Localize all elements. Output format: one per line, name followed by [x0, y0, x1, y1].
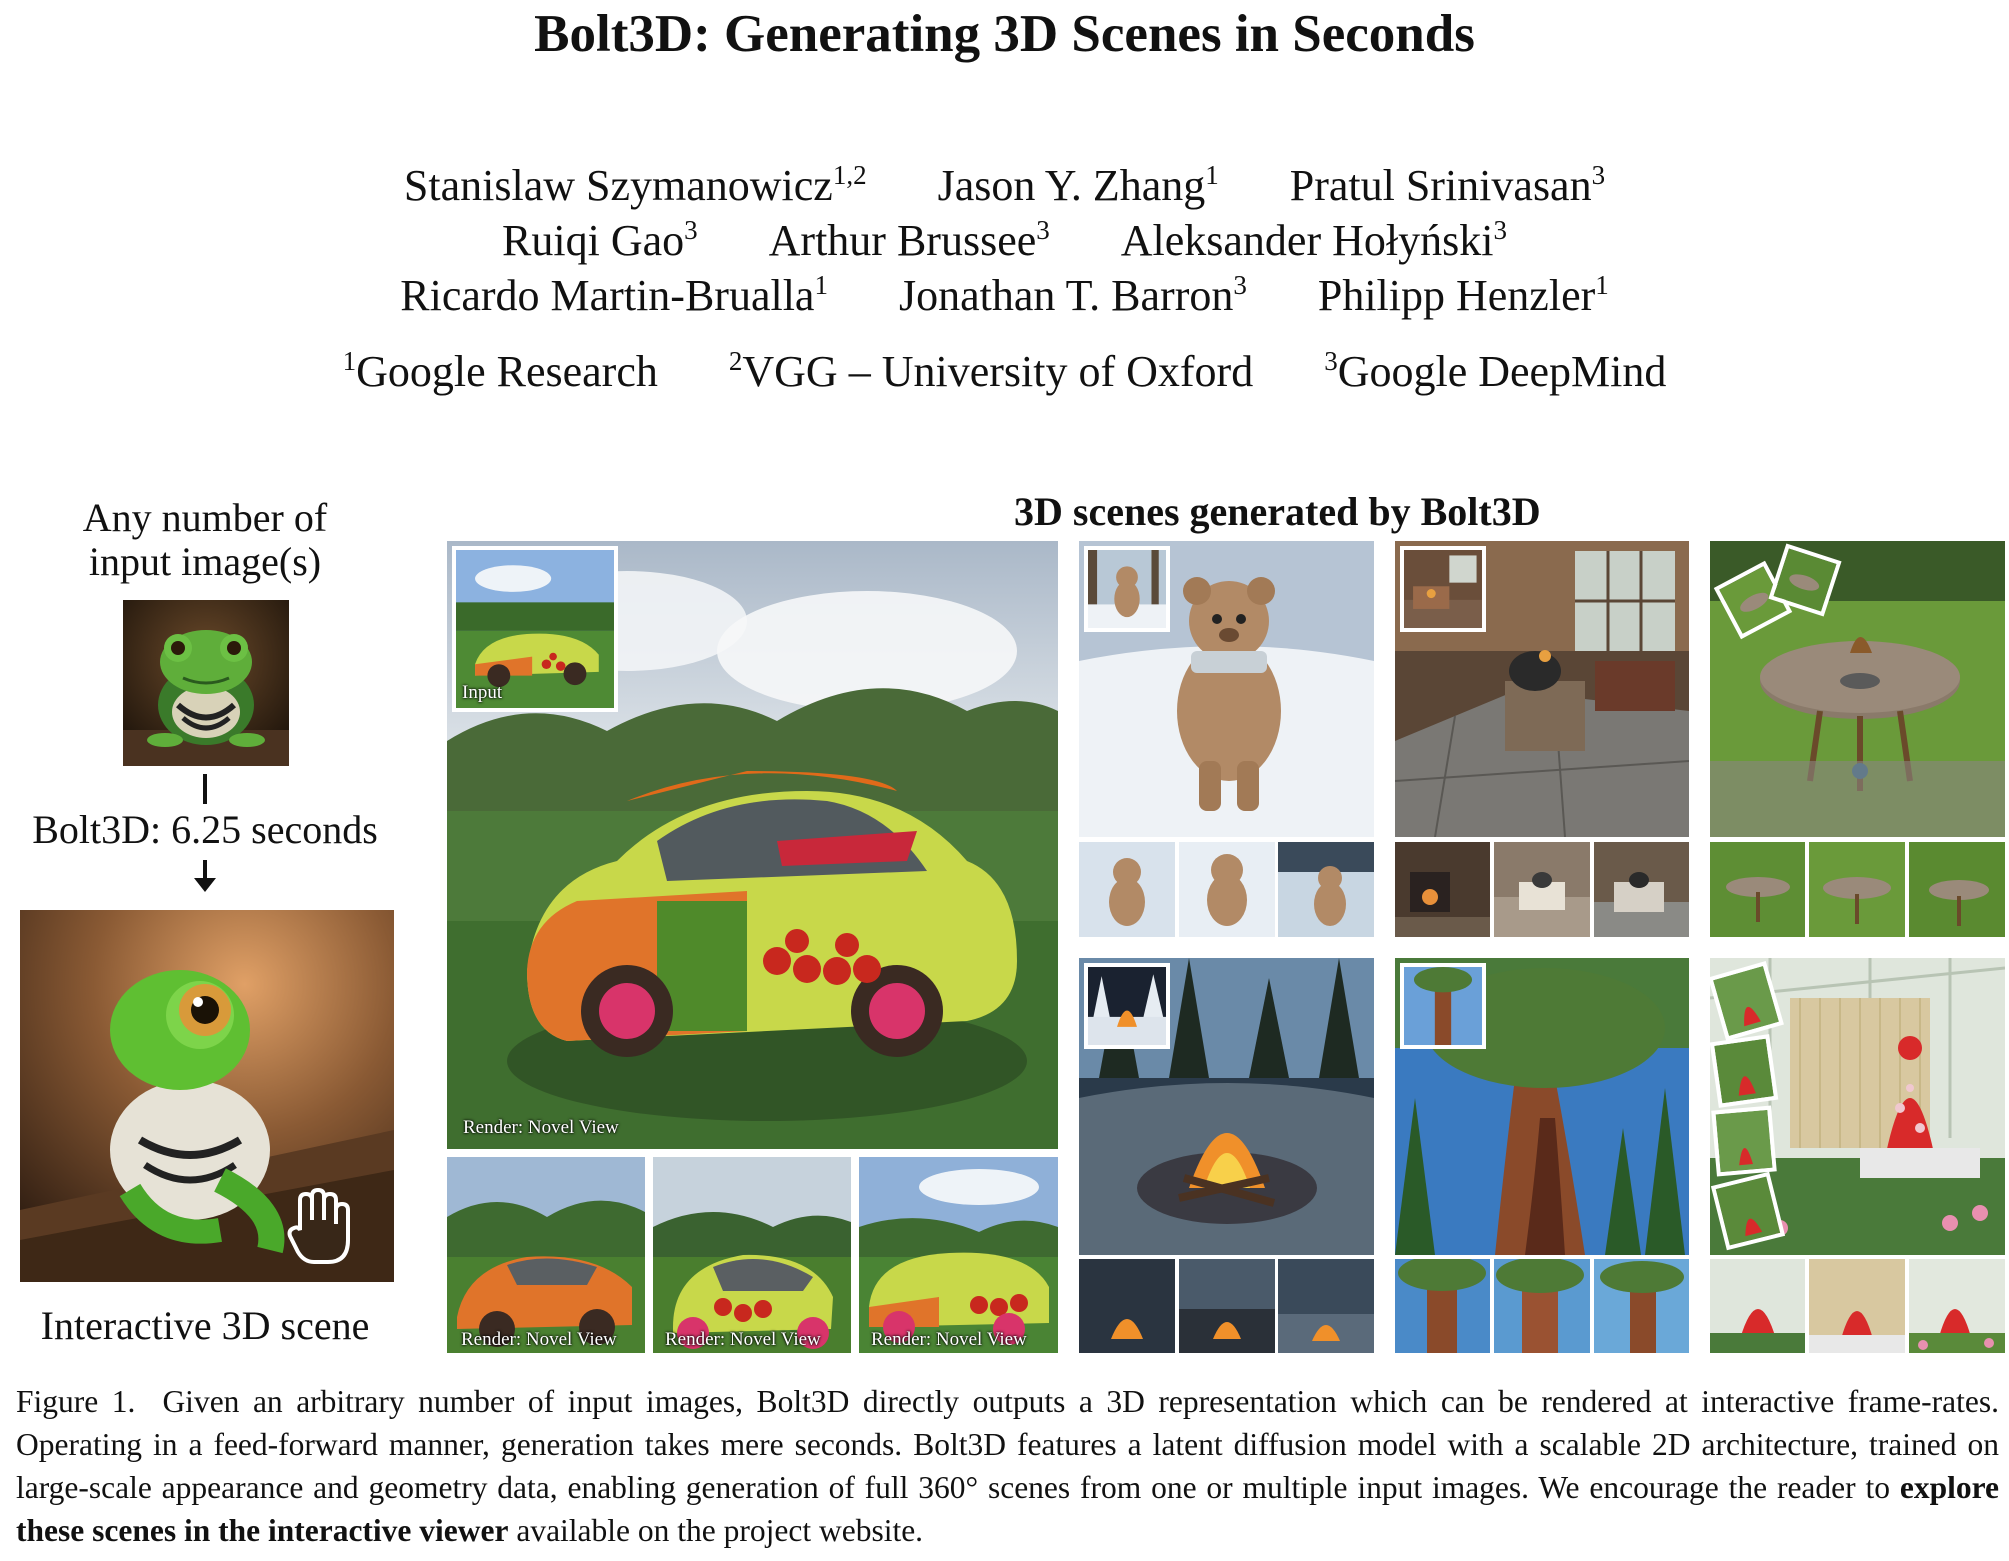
affiliation: 1Google Research [343, 346, 658, 397]
author: Philipp Henzler1 [1318, 270, 1609, 321]
author: Arthur Brussee3 [769, 215, 1050, 266]
teddy-view-3 [1278, 842, 1374, 937]
author-affiliation-mark: 3 [1036, 215, 1050, 245]
teddy-view-2 [1179, 842, 1275, 937]
author: Aleksander Hołyński3 [1121, 215, 1507, 266]
campfire-view-2 [1179, 1259, 1275, 1353]
paper-title: Bolt3D: Generating 3D Scenes in Seconds [534, 5, 1475, 63]
sequoia-view-3 [1594, 1259, 1689, 1353]
authors-row-2: Ruiqi Gao3 Arthur Brussee3 Aleksander Ho… [0, 215, 2009, 266]
cabin-view-3 [1594, 842, 1689, 937]
author-name: Jonathan T. Barron [898, 271, 1234, 320]
author-affiliation-mark: 1 [1205, 160, 1219, 190]
greenhouse-view-2 [1809, 1259, 1905, 1353]
render-tag: Render: Novel View [871, 1329, 1027, 1350]
author-name: Ricardo Martin-Brualla [400, 271, 815, 320]
affiliation-name: VGG – University of Oxford [742, 347, 1254, 396]
author-affiliation-mark: 3 [1233, 270, 1247, 300]
cabin-scene-main-render [1395, 541, 1689, 837]
greenhouse-input-thumbnail-2 [1710, 1034, 1779, 1108]
input-label-line-2: input image(s) [88, 539, 322, 584]
campfire-view-3 [1278, 1259, 1374, 1353]
greenhouse-view-1 [1710, 1259, 1805, 1353]
greenhouse-input-thumbnail-3 [1711, 1105, 1777, 1177]
caption-suffix: available on the project website. [508, 1513, 924, 1548]
author-affiliation-mark: 1,2 [832, 160, 867, 190]
caption-body: Given an arbitrary number of input image… [16, 1384, 1999, 1505]
figure-caption: Figure 1. Given an arbitrary number of i… [16, 1380, 1999, 1552]
author-name: Arthur Brussee [768, 216, 1037, 265]
author-affiliation-mark: 1 [1595, 270, 1609, 300]
cabin-input-thumbnail [1400, 546, 1486, 632]
garden-view-1 [1710, 842, 1805, 937]
sequoia-scene-main-render [1395, 958, 1689, 1255]
sequoia-view-2 [1494, 1259, 1590, 1353]
car-novel-view-3: Render: Novel View [859, 1157, 1058, 1353]
render-tag: Render: Novel View [463, 1117, 619, 1138]
garden-table-scene-main-render [1710, 541, 2005, 837]
authors-row-3: Ricardo Martin-Brualla1 Jonathan T. Barr… [0, 270, 2009, 321]
campfire-input-thumbnail [1084, 963, 1170, 1049]
authors-row-1: Stanislaw Szymanowicz1,2 Jason Y. Zhang1… [0, 160, 2009, 211]
author-name: Philipp Henzler [1317, 271, 1596, 320]
garden-view-3 [1909, 842, 2005, 937]
affiliations: 1Google Research 2VGG – University of Ox… [0, 346, 2009, 397]
affiliation-name: Google Research [356, 347, 658, 396]
input-label: Any number of input image(s) [0, 496, 410, 584]
sequoia-input-thumbnail [1400, 963, 1486, 1049]
campfire-scene-main-render [1079, 958, 1374, 1255]
caption-prefix: Figure 1. [16, 1384, 136, 1419]
author: Pratul Srinivasan3 [1290, 160, 1605, 211]
car-input-thumbnail: Input [452, 546, 618, 712]
car-novel-view-1: Render: Novel View [447, 1157, 645, 1353]
affiliation-mark: 1 [342, 346, 357, 376]
cabin-view-2 [1494, 842, 1590, 937]
author-affiliation-mark: 3 [1493, 215, 1507, 245]
affiliation-mark: 2 [728, 346, 743, 376]
flow-connector-line [203, 774, 207, 804]
car-scene-main-render: Input Render: Novel View [447, 541, 1058, 1149]
down-arrow-icon [194, 860, 216, 892]
greenhouse-scene-main-render [1710, 958, 2005, 1255]
campfire-view-1 [1079, 1259, 1175, 1353]
output-label: Interactive 3D scene [40, 1303, 370, 1348]
frog-input-image [123, 600, 289, 766]
author-name: Pratul Srinivasan [1289, 161, 1592, 210]
teddy-scene-main-render [1079, 541, 1374, 837]
author-name: Ruiqi Gao [502, 216, 685, 265]
author: Jonathan T. Barron3 [899, 270, 1247, 321]
teddy-view-1 [1079, 842, 1175, 937]
affiliation-name: Google DeepMind [1337, 347, 1667, 396]
car-novel-view-2: Render: Novel View [653, 1157, 851, 1353]
garden-view-2 [1809, 842, 1905, 937]
render-tag: Render: Novel View [665, 1329, 821, 1350]
sequoia-view-1 [1395, 1259, 1490, 1353]
input-label-line-1: Any number of [82, 495, 328, 540]
greenhouse-view-3 [1909, 1259, 2005, 1353]
frog-output-render [20, 910, 394, 1282]
author: Jason Y. Zhang1 [938, 160, 1219, 211]
author: Stanislaw Szymanowicz1,2 [404, 160, 867, 211]
timing-label: Bolt3D: 6.25 seconds [32, 807, 378, 852]
author: Ricardo Martin-Brualla1 [400, 270, 828, 321]
cabin-view-1 [1395, 842, 1490, 937]
affiliation: 2VGG – University of Oxford [729, 346, 1253, 397]
author-affiliation-mark: 3 [684, 215, 698, 245]
author-affiliation-mark: 1 [814, 270, 828, 300]
affiliation: 3Google DeepMind [1324, 346, 1666, 397]
author-name: Aleksander Hołyński [1120, 216, 1494, 265]
teddy-input-thumbnail [1084, 546, 1170, 632]
author-name: Stanislaw Szymanowicz [403, 161, 833, 210]
input-tag: Input [462, 682, 503, 703]
author-name: Jason Y. Zhang [937, 161, 1206, 210]
author: Ruiqi Gao3 [502, 215, 698, 266]
affiliation-mark: 3 [1324, 346, 1338, 376]
author-affiliation-mark: 3 [1591, 160, 1606, 190]
render-tag: Render: Novel View [461, 1329, 617, 1350]
section-title: 3D scenes generated by Bolt3D [1014, 489, 1541, 534]
